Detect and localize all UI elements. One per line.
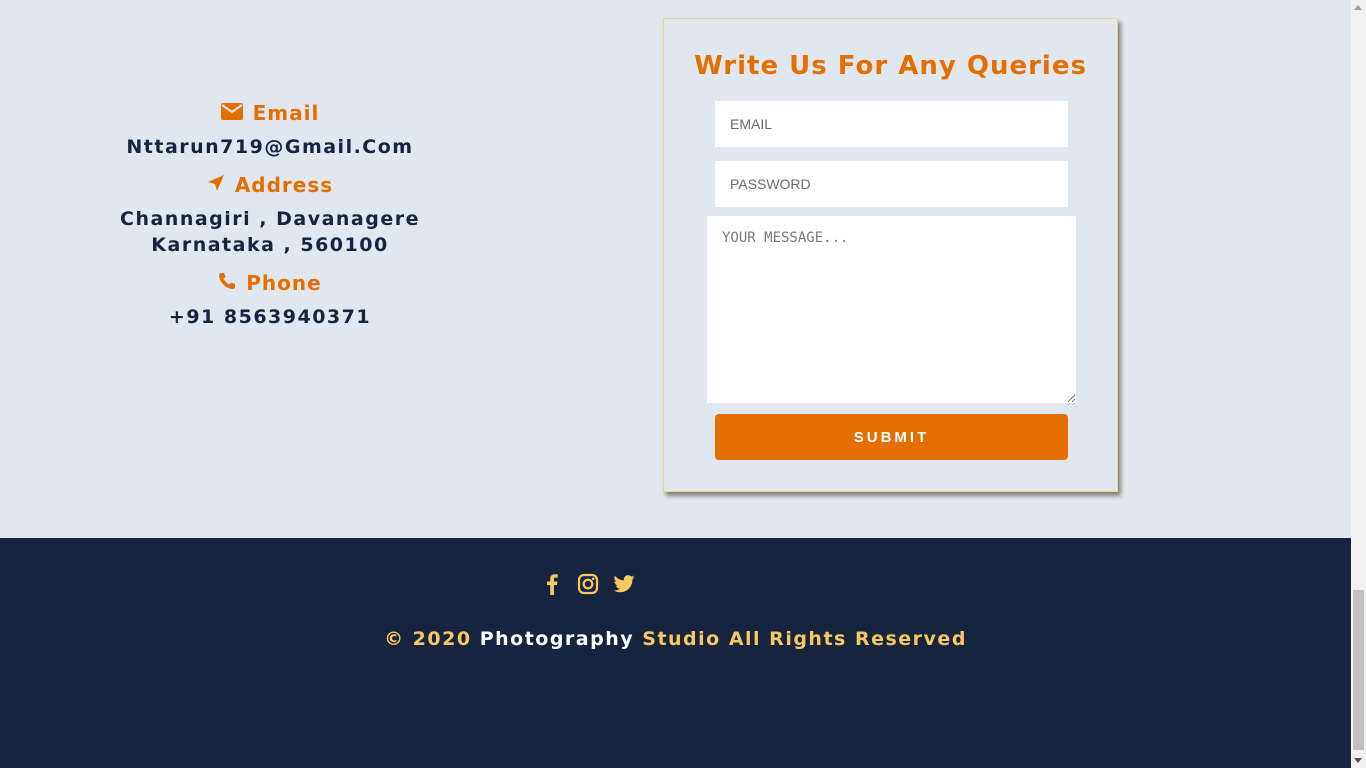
address-heading: Address — [70, 170, 470, 200]
scroll-down-arrow-icon[interactable] — [1354, 758, 1362, 763]
message-textarea[interactable] — [707, 216, 1076, 403]
phone-icon — [218, 271, 236, 295]
phone-value: +91 8563940371 — [168, 306, 372, 328]
copyright-prefix: © 2020 — [384, 628, 472, 650]
submit-button[interactable]: SUBMIT — [715, 414, 1068, 460]
email-value: Nttarun719@Gmail.Com — [126, 136, 414, 158]
page: Email Nttarun719@Gmail.Com Address Chann… — [0, 0, 1366, 768]
query-form: Write Us For Any Queries SUBMIT — [663, 18, 1118, 492]
contact-info: Email Nttarun719@Gmail.Com Address Chann… — [70, 98, 470, 340]
address-line-2: Karnataka , 560100 — [151, 234, 389, 256]
phone-heading: Phone — [70, 268, 470, 298]
footer: © 2020 Photography Studio All Rights Res… — [0, 538, 1351, 768]
email-field[interactable] — [715, 101, 1068, 147]
brand-name: Photography — [479, 628, 635, 650]
scrollbar-thumb[interactable] — [1353, 590, 1364, 750]
scroll-up-arrow-icon[interactable] — [1354, 5, 1362, 10]
facebook-icon[interactable] — [540, 572, 564, 596]
copyright-suffix: Studio All Rights Reserved — [642, 628, 967, 650]
address-value: Channagiri , Davanagere Karnataka , 5601… — [70, 206, 470, 258]
email-heading: Email — [70, 98, 470, 128]
phone-heading-label: Phone — [246, 271, 322, 295]
address-heading-label: Address — [234, 173, 334, 197]
contact-section: Email Nttarun719@Gmail.Com Address Chann… — [0, 0, 1351, 538]
copyright: © 2020 Photography Studio All Rights Res… — [0, 628, 1351, 650]
vertical-scrollbar[interactable] — [1351, 0, 1366, 768]
envelope-icon — [220, 101, 243, 125]
email-heading-label: Email — [252, 101, 320, 125]
instagram-icon[interactable] — [576, 572, 600, 596]
form-title: Write Us For Any Queries — [694, 51, 1087, 81]
address-line-1: Channagiri , Davanagere — [120, 208, 420, 230]
twitter-icon[interactable] — [612, 572, 636, 596]
social-links — [540, 572, 636, 596]
password-field[interactable] — [715, 161, 1068, 207]
location-arrow-icon — [207, 173, 225, 197]
